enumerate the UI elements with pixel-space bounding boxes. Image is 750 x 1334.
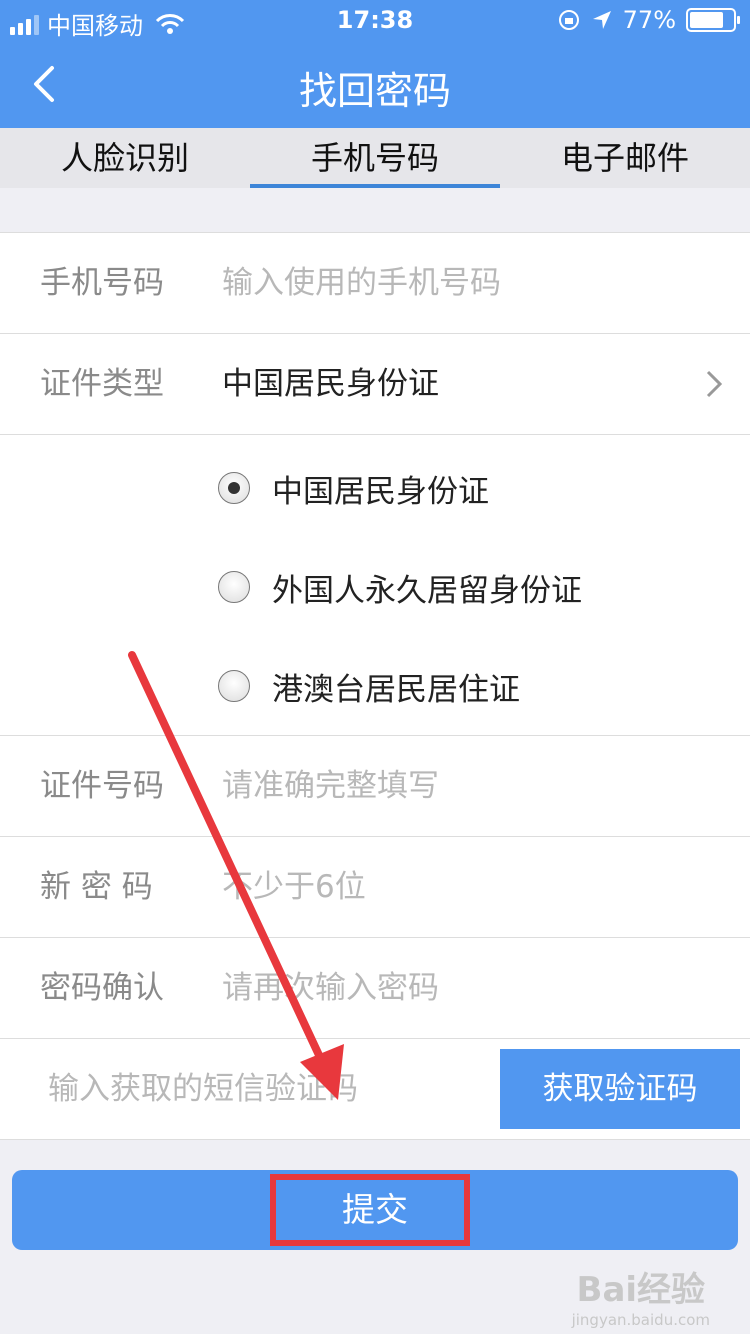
phone-input[interactable]: 输入使用的手机号码	[222, 233, 501, 333]
tab-phone-number[interactable]: 手机号码	[250, 128, 500, 188]
id-option-hmt-permit[interactable]: 港澳台居民居住证	[218, 656, 520, 716]
id-option-cn-id[interactable]: 中国居民身份证	[218, 458, 489, 518]
phone-row: 手机号码 输入使用的手机号码	[0, 233, 750, 334]
sms-code-input[interactable]: 输入获取的短信验证码	[48, 1039, 358, 1139]
page-title: 找回密码	[298, 69, 451, 113]
phone-label: 手机号码	[40, 265, 164, 301]
rotation-lock-icon	[558, 10, 579, 30]
id-number-row: 证件号码 请准确完整填写	[0, 736, 750, 837]
tab-face-recognition[interactable]: 人脸识别	[0, 128, 250, 188]
id-type-label: 证件类型	[40, 366, 164, 402]
watermark-url: jingyan.baidu.com	[571, 1311, 710, 1329]
tab-email[interactable]: 电子邮件	[500, 128, 750, 188]
get-code-button[interactable]: 获取验证码	[500, 1049, 740, 1129]
new-password-row: 新 密 码 不少于6位	[0, 837, 750, 938]
confirm-password-label: 密码确认	[40, 970, 164, 1006]
battery-icon	[686, 8, 740, 32]
radio-checked-icon[interactable]	[218, 472, 250, 504]
status-bar: 中国移动 17:38 77%	[0, 0, 750, 40]
chevron-right-icon	[706, 370, 723, 398]
id-type-value: 中国居民身份证	[222, 366, 439, 402]
watermark: Bai经验 jingyan.baidu.com	[572, 1262, 710, 1329]
id-type-row[interactable]: 证件类型 中国居民身份证	[0, 334, 750, 435]
recovery-form: 手机号码 输入使用的手机号码 证件类型 中国居民身份证 中国居民身份证 外国人永…	[0, 232, 750, 1140]
id-option-foreign-permit[interactable]: 外国人永久居留身份证	[218, 557, 582, 617]
sms-code-row: 输入获取的短信验证码 获取验证码	[0, 1039, 750, 1140]
id-number-label: 证件号码	[40, 768, 164, 804]
watermark-logo: Bai经验	[576, 1270, 706, 1310]
tab-bar: 人脸识别 手机号码 电子邮件	[0, 128, 750, 188]
battery-percent: 77%	[622, 6, 676, 34]
id-number-input[interactable]: 请准确完整填写	[222, 736, 439, 836]
radio-unchecked-icon[interactable]	[218, 571, 250, 603]
location-icon	[592, 11, 611, 29]
confirm-password-row: 密码确认 请再次输入密码	[0, 938, 750, 1039]
new-password-input[interactable]: 不少于6位	[222, 837, 366, 937]
id-type-options: 中国居民身份证 外国人永久居留身份证 港澳台居民居住证	[0, 435, 750, 736]
annotation-highlight-box	[270, 1174, 470, 1246]
header: 中国移动 17:38 77% 找回密码	[0, 0, 750, 128]
confirm-password-input[interactable]: 请再次输入密码	[222, 938, 439, 1038]
new-password-label: 新 密 码	[40, 869, 153, 905]
radio-unchecked-icon[interactable]	[218, 670, 250, 702]
